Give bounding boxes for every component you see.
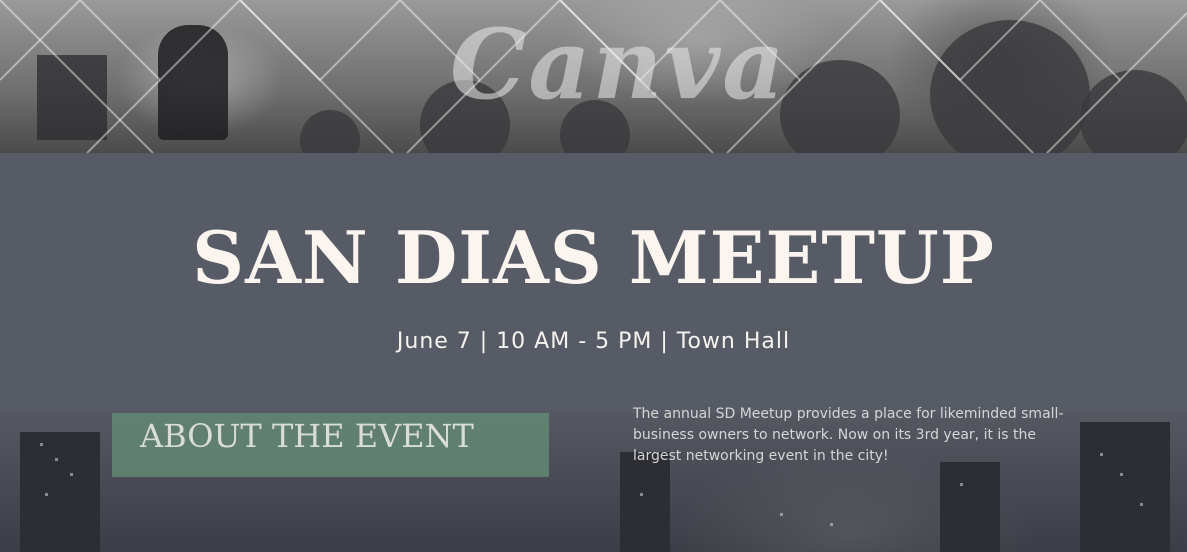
event-title: SAN DIAS MEETUP	[192, 215, 995, 300]
about-description: The annual SD Meetup provides a place fo…	[633, 406, 1064, 464]
header-photo: Canva	[0, 0, 1187, 153]
watermark-logo: Canva	[450, 8, 787, 121]
title-band: SAN DIAS MEETUP June 7 | 10 AM - 5 PM | …	[0, 153, 1187, 413]
about-heading: ABOUT THE EVENT	[140, 417, 474, 455]
about-heading-box: ABOUT THE EVENT	[112, 413, 549, 477]
event-details: June 7 | 10 AM - 5 PM | Town Hall	[396, 329, 791, 354]
